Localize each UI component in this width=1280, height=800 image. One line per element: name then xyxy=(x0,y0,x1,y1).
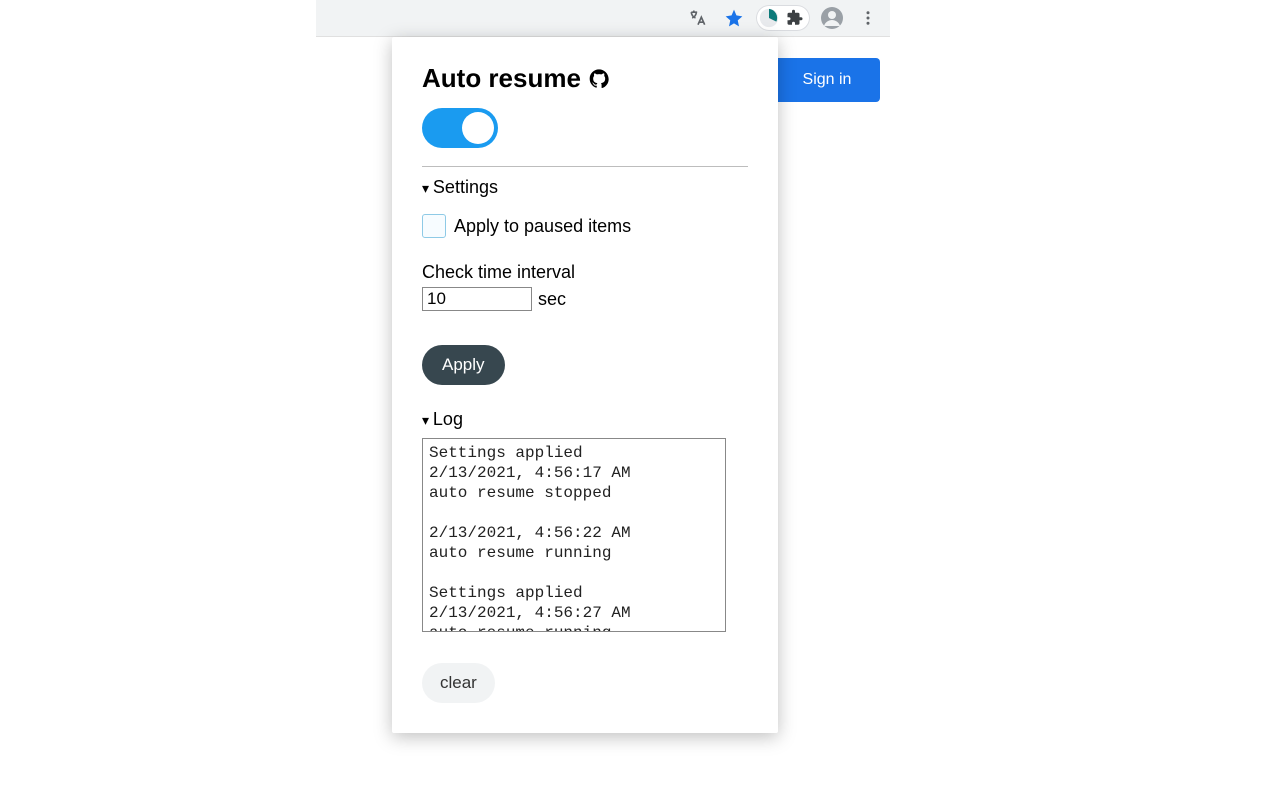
interval-label: Check time interval xyxy=(422,262,748,283)
apply-paused-checkbox[interactable] xyxy=(422,214,446,238)
auto-resume-extension-icon xyxy=(758,7,780,29)
sign-in-button[interactable]: Sign in xyxy=(774,58,880,102)
extension-popup: Auto resume Settings Apply to paused ite… xyxy=(392,37,778,733)
apply-paused-row: Apply to paused items xyxy=(422,214,748,238)
extensions-icon xyxy=(786,9,804,27)
log-section: Log xyxy=(422,407,748,637)
toggle-knob xyxy=(462,112,494,144)
translate-icon[interactable] xyxy=(684,4,712,32)
interval-input[interactable] xyxy=(422,287,532,311)
interval-row: sec xyxy=(422,287,748,311)
github-icon[interactable] xyxy=(589,69,609,89)
settings-section: Settings Apply to paused items Check tim… xyxy=(422,175,748,399)
divider xyxy=(422,166,748,167)
log-summary[interactable]: Log xyxy=(422,407,748,432)
apply-paused-label: Apply to paused items xyxy=(454,216,631,237)
clear-button[interactable]: clear xyxy=(422,663,495,703)
profile-icon[interactable] xyxy=(818,4,846,32)
browser-toolbar xyxy=(316,0,890,37)
apply-button[interactable]: Apply xyxy=(422,345,505,385)
active-extension-pill[interactable] xyxy=(756,5,810,31)
star-icon[interactable] xyxy=(720,4,748,32)
log-textarea[interactable] xyxy=(422,438,726,632)
settings-summary[interactable]: Settings xyxy=(422,175,748,200)
interval-unit: sec xyxy=(538,289,566,310)
menu-icon[interactable] xyxy=(854,4,882,32)
popup-title: Auto resume xyxy=(422,63,748,94)
enable-toggle[interactable] xyxy=(422,108,498,148)
popup-title-text: Auto resume xyxy=(422,63,581,94)
